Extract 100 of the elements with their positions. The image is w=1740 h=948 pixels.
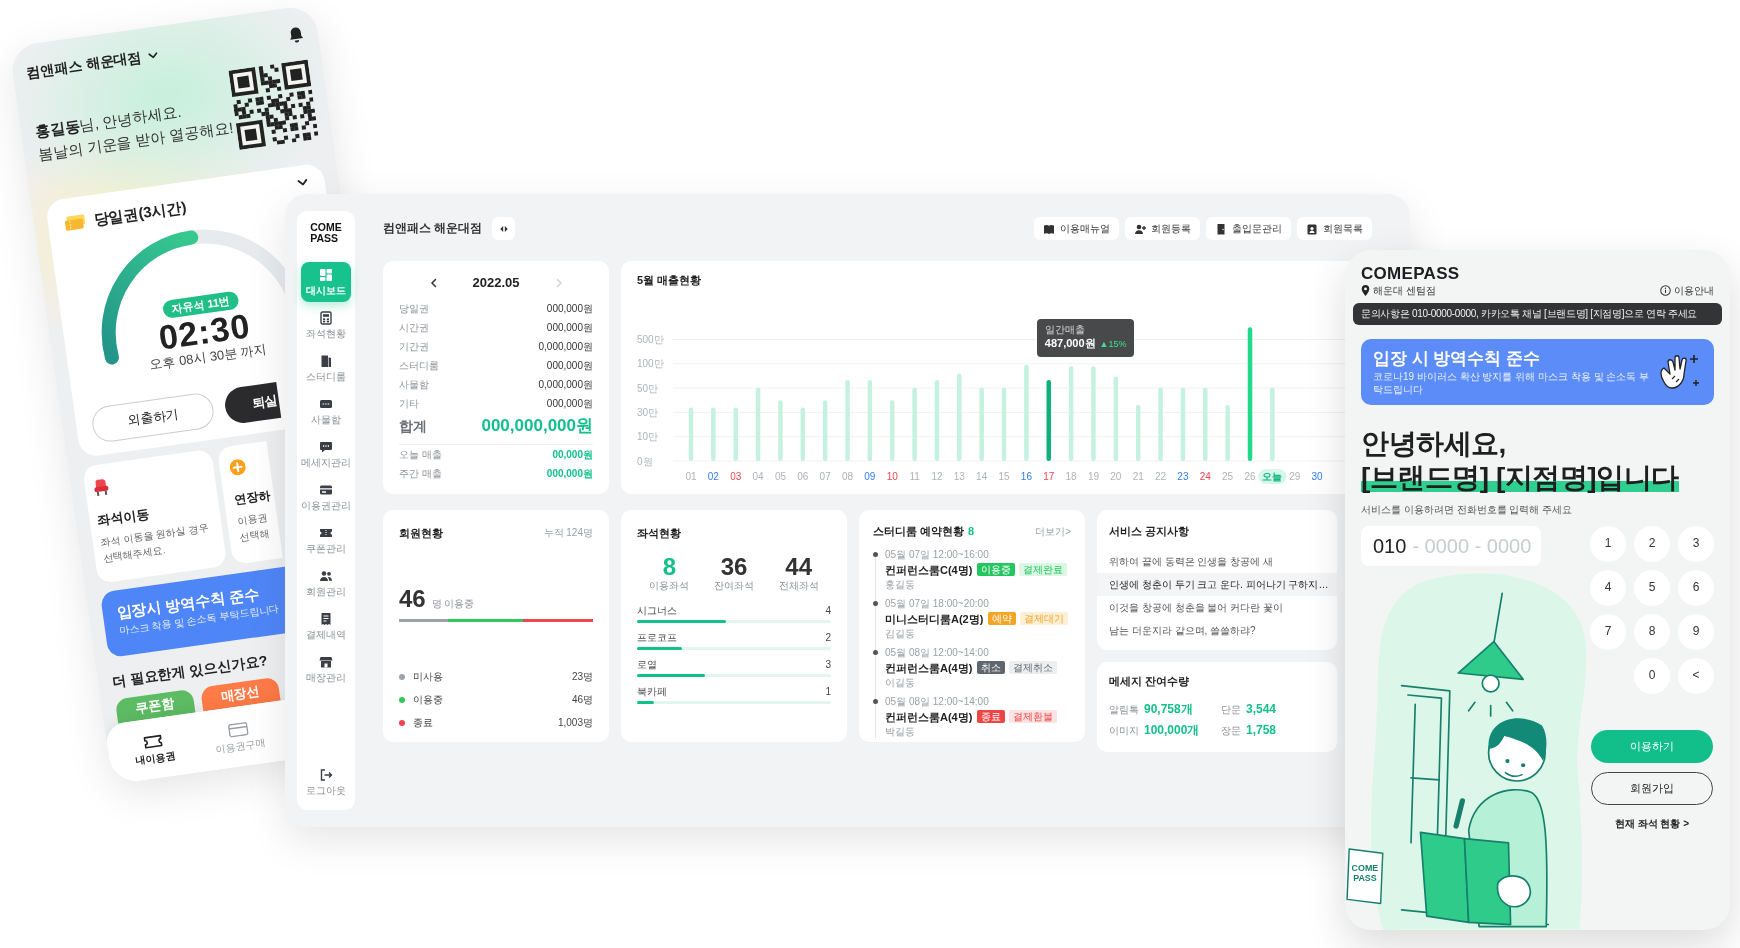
message-type: 장문	[1221, 724, 1241, 738]
room-name: 컨퍼런스룸A(4명)	[885, 660, 973, 675]
row-value: 00,000원	[552, 448, 593, 462]
guest-name: 김길동	[885, 627, 916, 641]
bar	[711, 407, 716, 461]
room-name: 컨퍼런스룸A(4명)	[885, 709, 973, 724]
keypad-key[interactable]: 9	[1678, 614, 1714, 650]
notice-item[interactable]: 인생에 청춘이 두기 크고 운다. 피어나기 구하지…	[1097, 573, 1337, 596]
keypad-key[interactable]: <	[1678, 658, 1714, 694]
keypad-key[interactable]: 6	[1678, 570, 1714, 606]
reservation-time: 05월 08일 12:00~14:00	[885, 695, 990, 709]
day-label: 17	[1043, 470, 1055, 482]
message-type: 단문	[1221, 703, 1241, 717]
status-tag: 취소	[977, 661, 1006, 675]
axis-label: 50만	[637, 382, 659, 394]
day-label: 12	[931, 470, 943, 482]
reservation-time: 05월 08일 12:00~14:00	[885, 646, 990, 660]
keypad-key[interactable]: 3	[1678, 526, 1714, 562]
zone-count: 2	[825, 630, 831, 644]
message-balance: 100,000개	[1144, 722, 1200, 739]
day-label: 04	[752, 470, 764, 482]
notice-item[interactable]: 남는 더운지라 같으며, 쓸쓸하랴?	[1097, 619, 1337, 642]
sidebar-item[interactable]: 스터디룸	[301, 348, 351, 388]
receipt-icon	[319, 611, 333, 626]
chevron-left-icon[interactable]	[428, 278, 439, 288]
logout-button[interactable]: 로그아웃	[301, 762, 351, 802]
bar	[688, 407, 694, 461]
legend-value: 1,003명	[557, 716, 593, 729]
action-title: 연장하	[232, 487, 272, 509]
bar	[890, 399, 895, 461]
payment-tag: 결제대기	[1020, 612, 1069, 626]
sidebar-item[interactable]: 메세지관리	[301, 434, 351, 474]
toolbar-button[interactable]: 회원목록	[1297, 217, 1372, 240]
calculator-icon	[319, 310, 333, 325]
status-tag: 종료	[977, 710, 1006, 724]
message-balance: 90,758개	[1144, 701, 1193, 718]
action-card[interactable]: 좌석이동 좌석 이동을 원하실 경우 선택해주세요.	[82, 448, 228, 584]
toolbar-button[interactable]: 이용매뉴얼	[1034, 217, 1119, 240]
toolbar-button[interactable]: 출입문관리	[1206, 217, 1291, 240]
keypad-key[interactable]: 7	[1590, 614, 1626, 650]
book-icon	[1043, 222, 1055, 235]
row-value: 000,000원	[546, 321, 593, 335]
store-icon	[319, 654, 333, 669]
sidebar-item[interactable]: 회원관리	[301, 563, 351, 603]
sign-up-button[interactable]: 회원가입	[1591, 772, 1713, 805]
day-label: 19	[1087, 470, 1100, 482]
day-label: 16	[1020, 470, 1032, 482]
people-icon	[319, 568, 333, 583]
sidebar-item[interactable]: 쿠폰관리	[301, 520, 351, 560]
sidebar-item[interactable]: 사물함	[301, 391, 351, 431]
notice-item[interactable]: 이것을 창공에 청춘을 불어 커다란 꽃이	[1097, 596, 1337, 619]
room-name: 미니스터디룸A(2명)	[885, 611, 984, 626]
info-icon	[1660, 285, 1671, 296]
sidebar-item[interactable]: 이용권관리	[301, 477, 351, 517]
location-pin-icon	[1361, 284, 1370, 296]
panel-toggle-button[interactable]	[492, 217, 516, 240]
room-name: 컨퍼런스룸C(4명)	[885, 562, 973, 577]
person-add-icon	[1134, 222, 1146, 235]
keypad-key[interactable]: 4	[1590, 570, 1626, 606]
day-label: 02	[707, 470, 719, 482]
card-title: 스터디룸 예약현황	[873, 524, 965, 539]
instruction-text: 서비스를 이용하려면 전화번호를 입력해 주세요	[1361, 503, 1574, 516]
usage-guide-link[interactable]: 이용안내	[1660, 284, 1714, 297]
row-value: 000,000원	[546, 302, 593, 316]
keypad-key[interactable]: 5	[1634, 570, 1670, 606]
go-out-button[interactable]: 외출하기	[90, 391, 216, 444]
keypad-key[interactable]: 0	[1634, 658, 1670, 694]
count-label: 명 이용중	[431, 597, 475, 611]
sidebar-item[interactable]: 좌석현황	[301, 305, 351, 345]
sidebar-item[interactable]: 결제내역	[301, 606, 351, 646]
door-icon	[1215, 222, 1227, 235]
seat-status-link[interactable]: 현재 좌석 현황 >	[1614, 817, 1690, 830]
day-label: 24	[1199, 470, 1211, 482]
nav-tab[interactable]: 내이용권	[114, 726, 195, 775]
card-title: 서비스 공지사항	[1108, 524, 1191, 538]
status-tag: 이용중	[977, 563, 1016, 577]
notice-item[interactable]: 위하여 끝에 동력은 인생을 창공에 새	[1097, 550, 1337, 573]
month-label: 2022.05	[472, 274, 520, 292]
guest-name: 홍길동	[885, 578, 916, 592]
legend-label: 이용중	[413, 693, 443, 706]
day-label: 11	[909, 470, 920, 482]
x-tick-label: 오늘	[1262, 470, 1283, 482]
axis-label: 30만	[637, 406, 659, 418]
action-card[interactable]: 연장하 이용권 선택해	[216, 441, 283, 565]
legend-value: 23명	[571, 670, 593, 683]
store-selector[interactable]: 컴앤패스 해운대점	[25, 44, 160, 83]
tooltip-value: 487,000원	[1044, 337, 1096, 350]
keypad-key[interactable]: 2	[1634, 526, 1670, 562]
zone-count: 1	[825, 684, 831, 698]
keypad-key[interactable]: 1	[1590, 526, 1626, 562]
seat-count-label: 전체좌석	[778, 579, 819, 592]
bar	[778, 399, 783, 461]
payment-tag: 결제완료	[1019, 563, 1068, 577]
heading-line: 안녕하세요,	[1361, 427, 1506, 461]
day-label: 26	[1244, 470, 1256, 482]
toolbar-button[interactable]: 회원등록	[1125, 217, 1200, 240]
legend-label: 종료	[413, 716, 433, 729]
keypad-key[interactable]: 8	[1634, 614, 1670, 650]
payment-tag: 결제환불	[1009, 710, 1058, 724]
sidebar-item[interactable]: 매장관리	[301, 649, 351, 689]
